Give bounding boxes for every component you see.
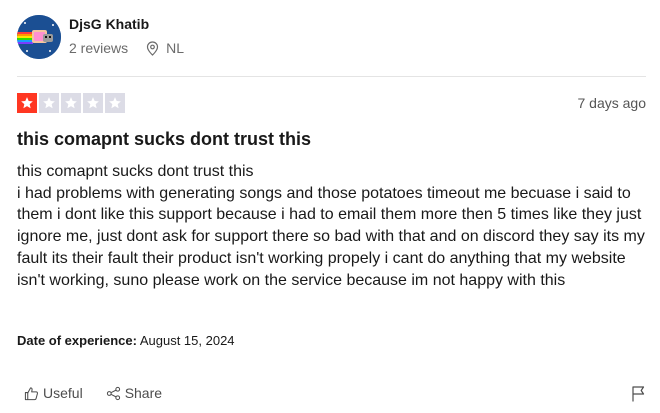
review-body-line: this comapnt sucks dont trust this	[17, 163, 254, 180]
experience-date: August 15, 2024	[139, 333, 235, 348]
location-pin-icon	[147, 40, 159, 56]
star-icon	[21, 97, 33, 109]
star-icon	[109, 97, 121, 109]
review-actions: Useful Share	[24, 385, 162, 401]
reviewer-meta: 2 reviews NL	[69, 40, 184, 56]
share-icon	[106, 386, 120, 400]
share-label: Share	[124, 385, 163, 401]
flag-icon[interactable]	[631, 385, 646, 402]
review-date: 7 days ago	[577, 95, 647, 111]
star-icon	[43, 97, 55, 109]
share-button[interactable]: Share	[106, 385, 162, 401]
review-body: this comapnt sucks dont trust this i had…	[17, 161, 647, 291]
useful-button[interactable]: Useful	[24, 385, 83, 401]
star-rating	[17, 93, 125, 113]
star-empty	[105, 93, 125, 113]
reviewer-name[interactable]: DjsG Khatib	[69, 16, 149, 32]
nyan-cat-avatar-icon	[17, 15, 61, 59]
useful-label: Useful	[43, 385, 83, 401]
thumbs-up-icon	[24, 386, 38, 400]
star-empty	[39, 93, 59, 113]
reviews-count: 2 reviews	[69, 40, 129, 56]
star-icon	[65, 97, 77, 109]
reviewer-location: NL	[146, 40, 184, 56]
date-of-experience: Date of experience: August 15, 2024	[17, 333, 235, 348]
header-divider	[17, 76, 646, 77]
reviewer-country: NL	[166, 40, 185, 56]
review-title[interactable]: this comapnt sucks dont trust this	[17, 129, 311, 150]
experience-label: Date of experience:	[17, 333, 137, 348]
avatar[interactable]	[17, 15, 61, 59]
star-empty	[83, 93, 103, 113]
review-body-line: i had problems with generating songs and…	[17, 184, 645, 289]
star-icon	[87, 97, 99, 109]
star-empty	[61, 93, 81, 113]
star-filled	[17, 93, 37, 113]
